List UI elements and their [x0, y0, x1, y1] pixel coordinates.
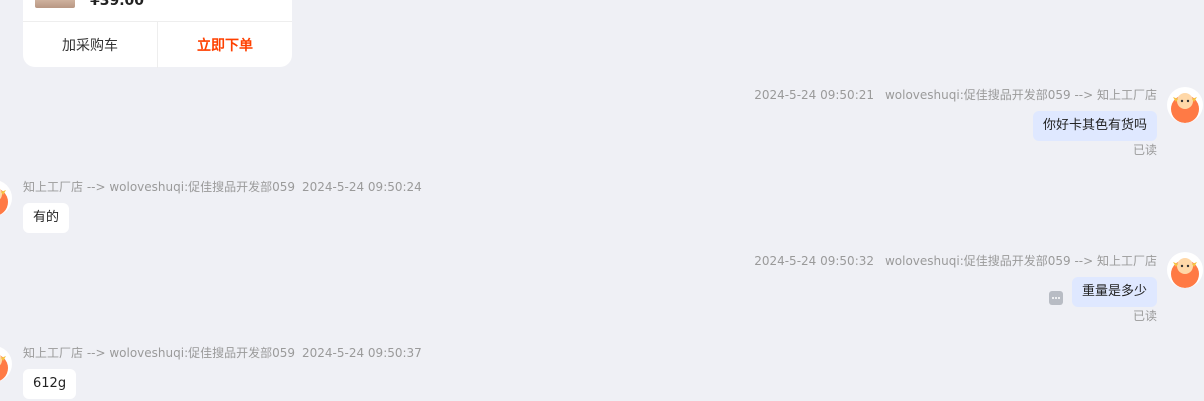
- read-status: 已读: [1132, 143, 1157, 157]
- message-bubble[interactable]: 有的: [23, 203, 70, 233]
- product-card: ¥39.00 加采购车 立即下单: [23, 0, 292, 68]
- cow-avatar-icon[interactable]: [0, 180, 12, 216]
- cow-avatar-icon[interactable]: [1167, 252, 1203, 288]
- add-to-cart-button[interactable]: 加采购车: [23, 22, 158, 68]
- message-route: woloveshuqi:促佳搜品开发部059 --> 知上工厂店: [884, 88, 1157, 102]
- message-bubble[interactable]: 重量是多少: [1071, 277, 1157, 307]
- cow-avatar-icon[interactable]: [1167, 87, 1203, 123]
- message-route: woloveshuqi:促佳搜品开发部059 --> 知上工厂店: [884, 254, 1157, 268]
- message-bubble[interactable]: 你好卡其色有货吗: [1032, 111, 1157, 141]
- read-status: 已读: [1132, 309, 1157, 323]
- more-options-icon[interactable]: [1049, 291, 1063, 305]
- product-thumbnail[interactable]: [35, 0, 75, 8]
- buy-now-button[interactable]: 立即下单: [158, 22, 292, 68]
- message-timestamp: 2024-5-24 09:50:21: [754, 88, 874, 102]
- cow-avatar-icon[interactable]: [0, 346, 12, 382]
- message-timestamp: 2024-5-24 09:50:37: [302, 346, 422, 360]
- message-timestamp: 2024-5-24 09:50:24: [302, 180, 422, 194]
- message-timestamp: 2024-5-24 09:50:32: [754, 254, 874, 268]
- message-bubble[interactable]: 612g: [23, 369, 77, 399]
- message-route: 知上工厂店 --> woloveshuqi:促佳搜品开发部059: [23, 346, 296, 360]
- product-card-actions: 加采购车 立即下单: [23, 21, 292, 68]
- product-price: ¥39.00: [90, 0, 145, 9]
- message-route: 知上工厂店 --> woloveshuqi:促佳搜品开发部059: [23, 180, 296, 194]
